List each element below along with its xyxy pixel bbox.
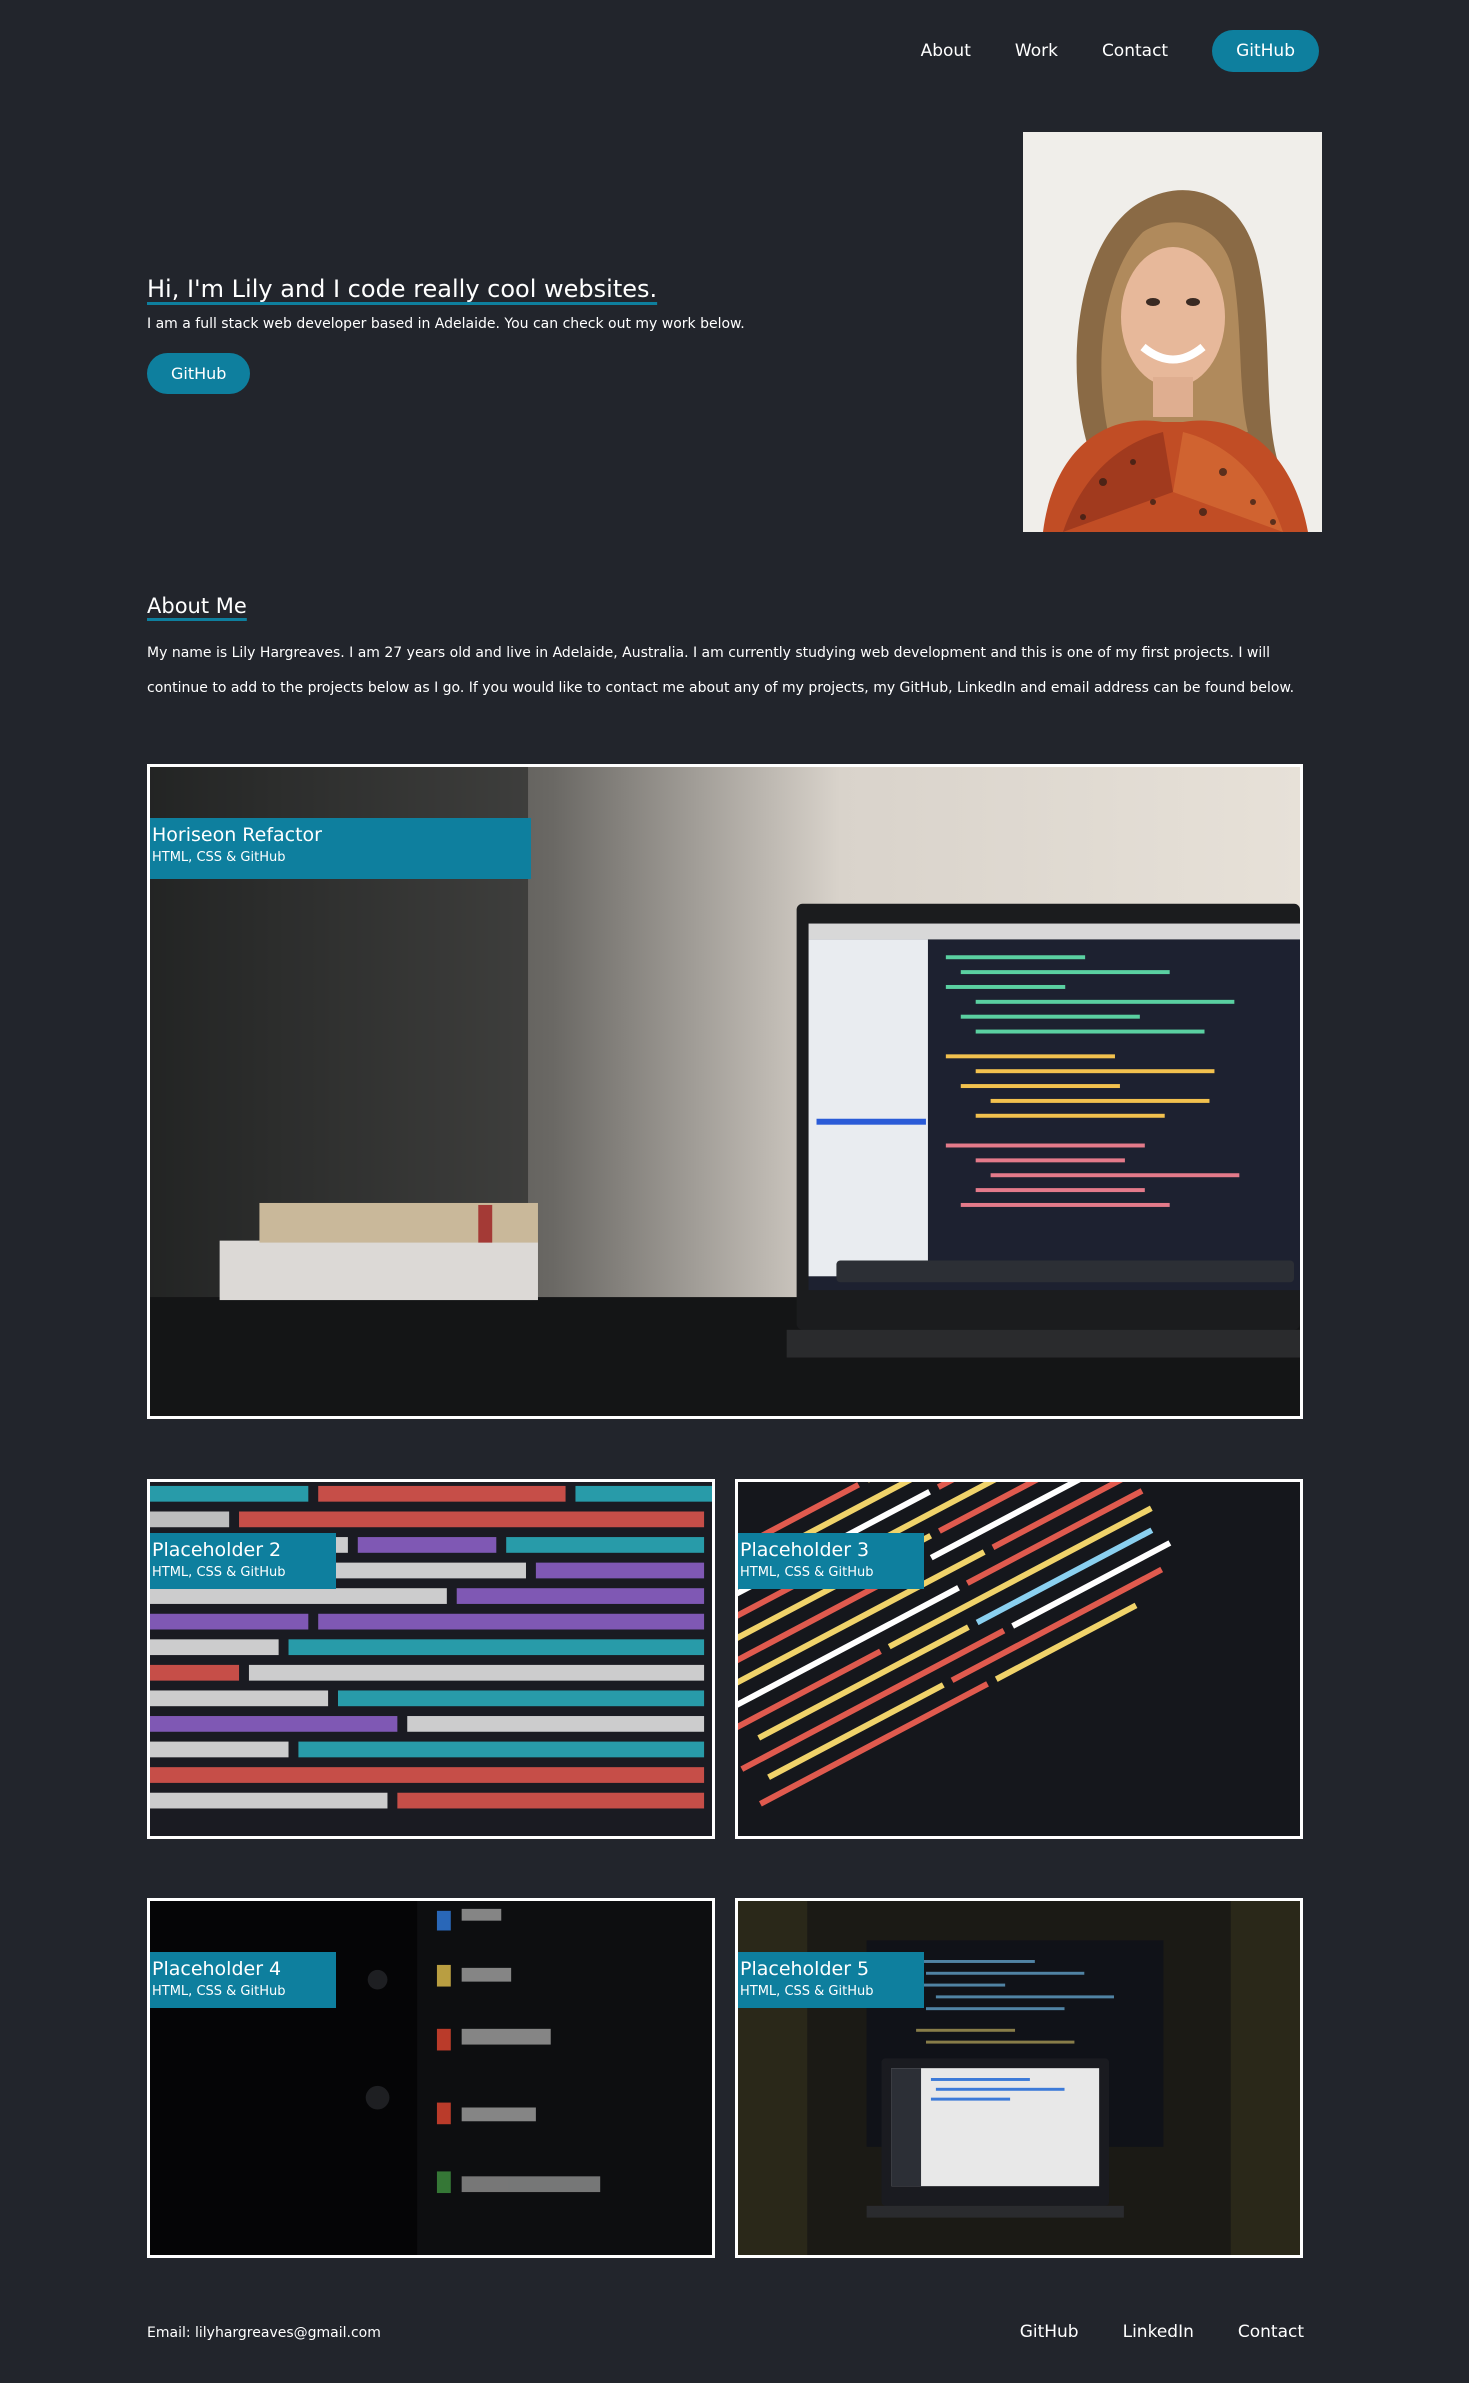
project-card-2[interactable]: Placeholder 2 HTML, CSS & GitHub [147, 1479, 715, 1839]
top-nav: About Work Contact GitHub [921, 30, 1319, 72]
project-tech-3: HTML, CSS & GitHub [740, 1565, 874, 1580]
project-title-2: Placeholder 2 [152, 1539, 282, 1561]
project-label-2: Placeholder 2 HTML, CSS & GitHub [150, 1533, 336, 1589]
project-card-1[interactable]: Horiseon Refactor HTML, CSS & GitHub [147, 764, 1303, 1419]
footer-github-link[interactable]: GitHub [1020, 2322, 1079, 2342]
project-card-5[interactable]: Placeholder 5 HTML, CSS & GitHub [735, 1898, 1303, 2258]
project-card-3[interactable]: Placeholder 3 HTML, CSS & GitHub [735, 1479, 1303, 1839]
project-tech-1: HTML, CSS & GitHub [152, 850, 286, 865]
hero-github-button[interactable]: GitHub [147, 353, 251, 394]
about-body: My name is Lily Hargreaves. I am 27 year… [147, 645, 1295, 696]
about-title: About Me [147, 594, 247, 618]
nav-work-link[interactable]: Work [1015, 41, 1058, 61]
hero-subtitle: I am a full stack web developer based in… [147, 316, 745, 332]
project-title-5: Placeholder 5 [740, 1958, 870, 1980]
nav-about-link[interactable]: About [921, 41, 971, 61]
project-tech-5: HTML, CSS & GitHub [740, 1984, 874, 1999]
project-title-3: Placeholder 3 [740, 1539, 870, 1561]
project-title-4: Placeholder 4 [152, 1958, 282, 1980]
footer-contact-link[interactable]: Contact [1238, 2322, 1304, 2342]
nav-contact-link[interactable]: Contact [1102, 41, 1168, 61]
nav-github-button[interactable]: GitHub [1212, 30, 1319, 72]
project-label-1: Horiseon Refactor HTML, CSS & GitHub [150, 818, 531, 879]
footer-linkedin-link[interactable]: LinkedIn [1123, 2322, 1194, 2342]
project-label-5: Placeholder 5 HTML, CSS & GitHub [738, 1952, 924, 2008]
project-title-1: Horiseon Refactor [152, 824, 322, 846]
hero-title: Hi, I'm Lily and I code really cool webs… [147, 275, 658, 303]
profile-photo [1023, 132, 1322, 532]
project-tech-4: HTML, CSS & GitHub [152, 1984, 286, 1999]
project-tech-2: HTML, CSS & GitHub [152, 1565, 286, 1580]
footer-email: Email: lilyhargreaves@gmail.com [147, 2325, 381, 2341]
project-label-3: Placeholder 3 HTML, CSS & GitHub [738, 1533, 924, 1589]
project-card-4[interactable]: Placeholder 4 HTML, CSS & GitHub [147, 1898, 715, 2258]
footer-nav: GitHub LinkedIn Contact [1020, 2322, 1304, 2342]
project-label-4: Placeholder 4 HTML, CSS & GitHub [150, 1952, 336, 2008]
